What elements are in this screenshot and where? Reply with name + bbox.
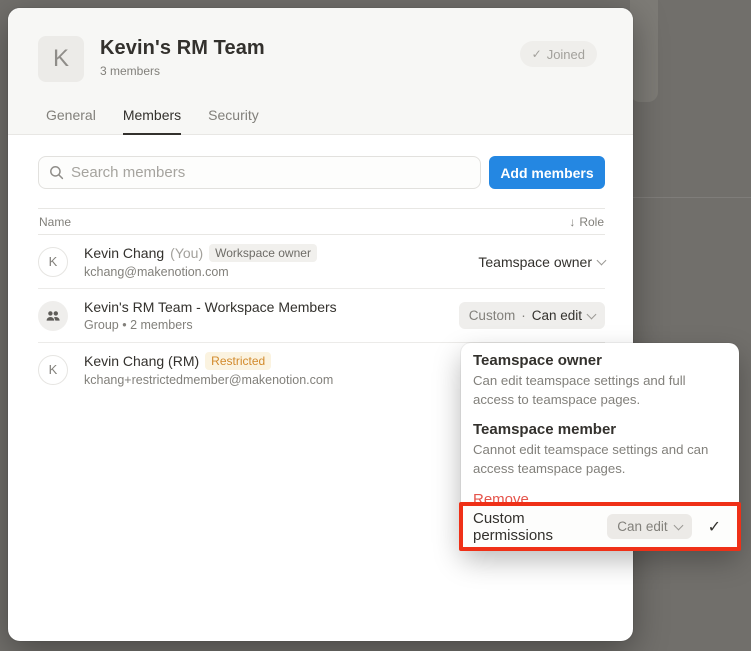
menu-item-teamspace-member[interactable]: Teamspace member Cannot edit teamspace s… bbox=[473, 421, 727, 478]
page-title: Kevin's RM Team bbox=[100, 36, 520, 60]
option-description: Can edit teamspace settings and full acc… bbox=[473, 372, 723, 409]
role-column-header: Role bbox=[579, 215, 604, 229]
chevron-down-icon bbox=[587, 309, 597, 319]
role-dropdown-menu: Teamspace owner Can edit teamspace setti… bbox=[461, 343, 739, 548]
permission-level-value: Can edit bbox=[617, 519, 667, 534]
group-icon bbox=[45, 309, 61, 323]
custom-permissions-label: Custom permissions bbox=[473, 510, 607, 544]
tab-members[interactable]: Members bbox=[123, 107, 181, 135]
role-sort-control[interactable]: ↓ Role bbox=[569, 215, 604, 229]
team-avatar-letter: K bbox=[53, 45, 69, 73]
member-you-suffix: (You) bbox=[170, 245, 203, 261]
role-value: Can edit bbox=[532, 308, 582, 323]
joined-badge-label: Joined bbox=[547, 47, 585, 62]
member-name: Kevin Chang bbox=[84, 245, 164, 261]
avatar: K bbox=[38, 247, 68, 277]
avatar-letter: K bbox=[49, 254, 58, 269]
name-column-header: Name bbox=[39, 215, 71, 229]
avatar: K bbox=[38, 355, 68, 385]
chevron-down-icon bbox=[597, 255, 607, 265]
menu-item-custom-permissions[interactable]: Custom permissions Can edit ✓ bbox=[459, 502, 741, 551]
tab-security[interactable]: Security bbox=[208, 107, 259, 135]
group-avatar bbox=[38, 301, 68, 331]
avatar-letter: K bbox=[49, 362, 58, 377]
background-scroll-panel bbox=[630, 0, 658, 102]
members-count: 3 members bbox=[100, 64, 520, 78]
group-name: Kevin's RM Team - Workspace Members bbox=[84, 299, 337, 315]
menu-item-teamspace-owner[interactable]: Teamspace owner Can edit teamspace setti… bbox=[473, 352, 727, 409]
option-title: Teamspace member bbox=[473, 421, 727, 438]
selected-check-icon: ✓ bbox=[708, 517, 721, 537]
role-value: Teamspace owner bbox=[478, 254, 592, 270]
permission-level-dropdown[interactable]: Can edit bbox=[607, 514, 691, 539]
search-members-field[interactable] bbox=[38, 156, 481, 189]
search-icon bbox=[49, 165, 64, 180]
sort-arrow-icon: ↓ bbox=[569, 215, 575, 229]
role-dropdown-trigger[interactable]: Teamspace owner bbox=[478, 254, 605, 270]
member-name: Kevin Chang (RM) bbox=[84, 353, 199, 369]
tab-bar: General Members Security bbox=[8, 107, 633, 134]
add-members-button[interactable]: Add members bbox=[489, 156, 605, 189]
role-prefix: Custom bbox=[469, 308, 516, 323]
background-divider bbox=[633, 197, 751, 198]
check-icon: ✓ bbox=[532, 47, 542, 61]
restricted-badge: Restricted bbox=[205, 352, 271, 370]
group-subtitle: Group • 2 members bbox=[84, 318, 459, 332]
modal-header: K Kevin's RM Team 3 members ✓ Joined Gen… bbox=[8, 8, 633, 135]
search-input[interactable] bbox=[71, 164, 470, 181]
table-header: Name ↓ Role bbox=[38, 208, 605, 235]
team-avatar: K bbox=[38, 36, 84, 82]
member-email: kchang@makenotion.com bbox=[84, 265, 478, 279]
dot-separator: · bbox=[521, 308, 526, 323]
option-title: Teamspace owner bbox=[473, 352, 727, 369]
joined-badge[interactable]: ✓ Joined bbox=[520, 41, 597, 67]
role-dropdown-trigger-open[interactable]: Custom · Can edit bbox=[459, 302, 605, 329]
workspace-owner-badge: Workspace owner bbox=[209, 244, 317, 262]
chevron-down-icon bbox=[673, 520, 683, 530]
table-row: K Kevin Chang (You) Workspace owner kcha… bbox=[38, 235, 605, 289]
table-row: Kevin's RM Team - Workspace Members Grou… bbox=[38, 289, 605, 343]
tab-general[interactable]: General bbox=[46, 107, 96, 135]
option-description: Cannot edit teamspace settings and can a… bbox=[473, 441, 723, 478]
